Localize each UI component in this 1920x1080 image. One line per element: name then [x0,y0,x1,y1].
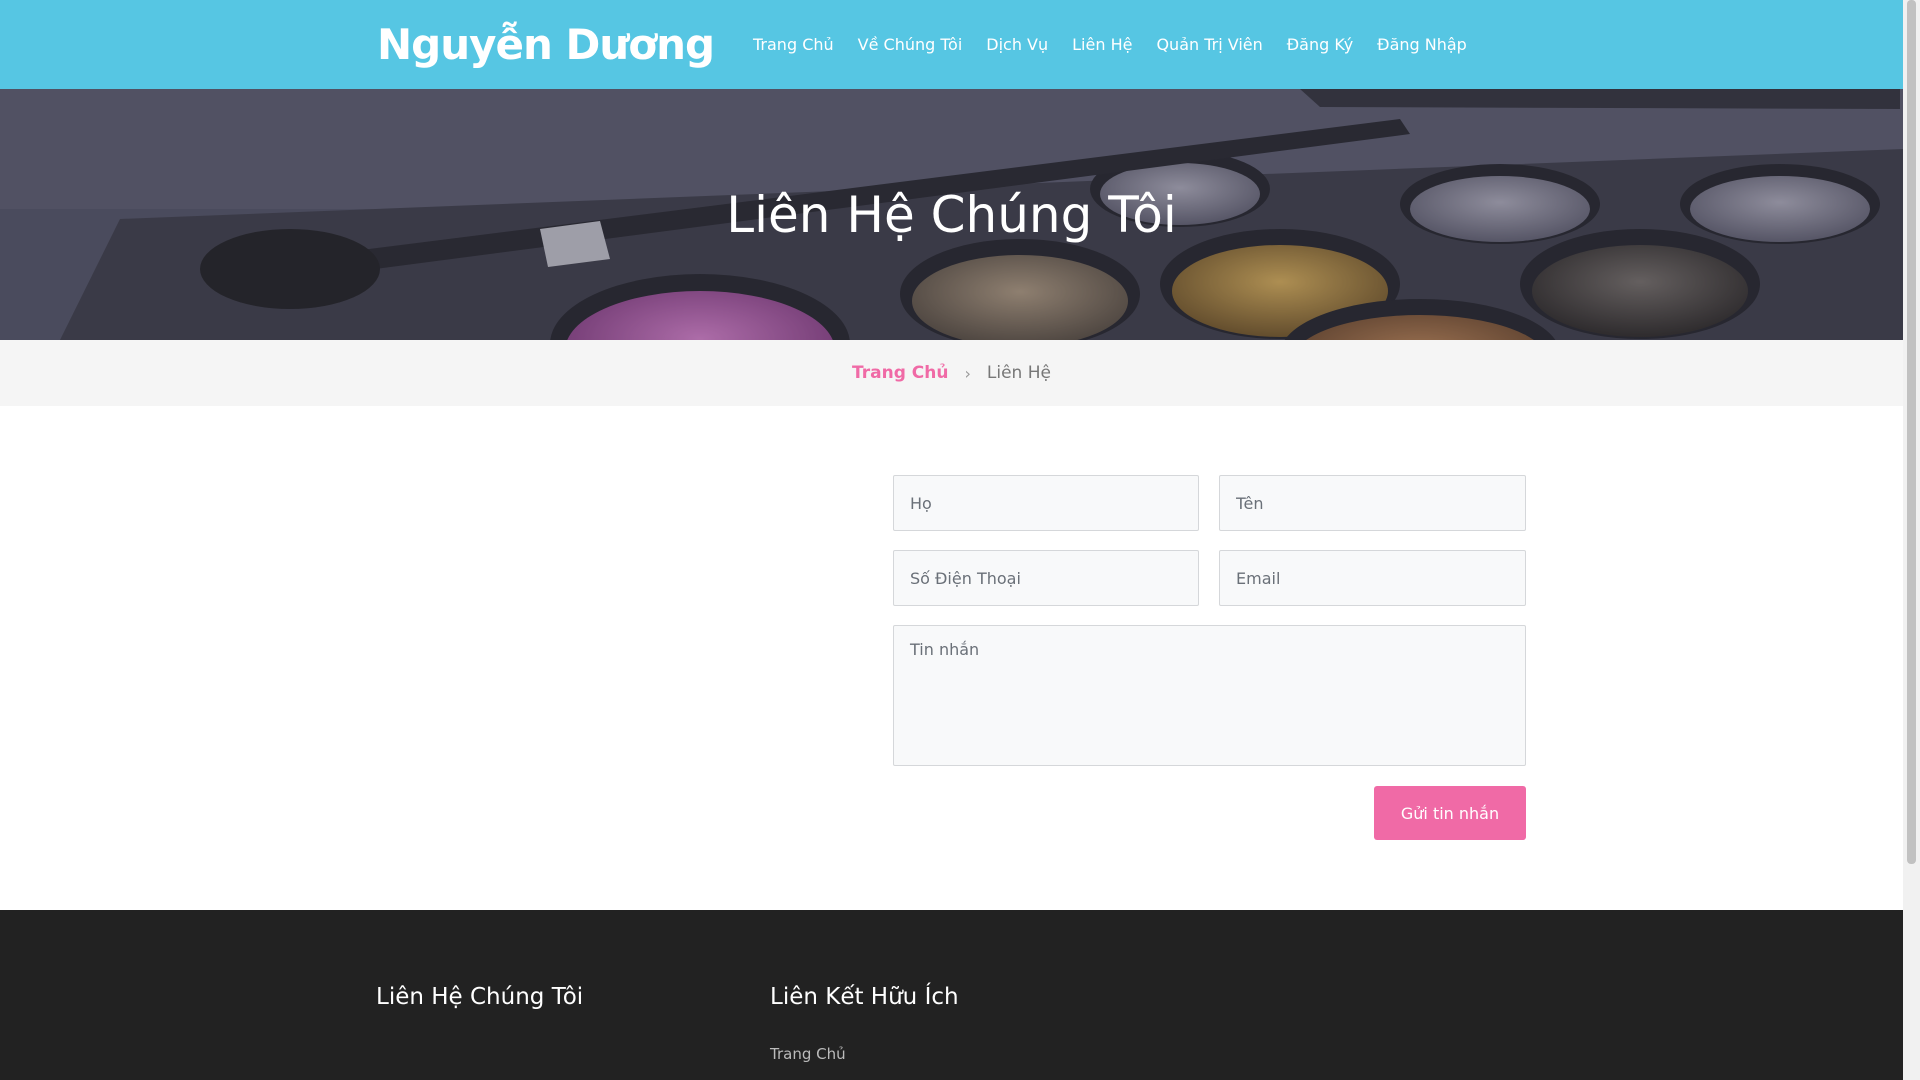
site-logo[interactable]: Nguyễn Dương [377,18,715,72]
email-input[interactable] [1219,550,1526,606]
page-scrollbar[interactable] [1903,0,1920,1080]
scrollbar-thumb[interactable] [1907,0,1916,864]
send-message-button[interactable]: Gửi tin nhắn [1374,786,1526,840]
site-header: Nguyễn Dương Trang Chủ Về Chúng Tôi Dịch… [0,0,1903,89]
nav-item-home[interactable]: Trang Chủ [753,35,834,54]
footer-link-home[interactable]: Trang Chủ [770,1045,846,1063]
nav-item-services[interactable]: Dịch Vụ [986,35,1048,54]
footer-contact-heading: Liên Hệ Chúng Tôi [376,984,584,1010]
hero-banner: Liên Hệ Chúng Tôi [0,89,1903,340]
breadcrumb-home-link[interactable]: Trang Chủ [852,363,948,383]
chevron-right-icon: › [964,363,971,383]
site-footer: Liên Hệ Chúng Tôi Liên Kết Hữu Ích Trang… [0,910,1903,1080]
nav-item-about[interactable]: Về Chúng Tôi [858,35,963,54]
footer-links-heading: Liên Kết Hữu Ích [770,984,959,1010]
nav-item-admin[interactable]: Quản Trị Viên [1156,35,1262,54]
page: Nguyễn Dương Trang Chủ Về Chúng Tôi Dịch… [0,0,1903,1080]
message-textarea[interactable] [893,625,1526,766]
main-nav: Trang Chủ Về Chúng Tôi Dịch Vụ Liên Hệ Q… [753,0,1491,89]
hero-title: Liên Hệ Chúng Tôi [726,186,1177,244]
nav-item-contact[interactable]: Liên Hệ [1072,35,1132,54]
first-name-input[interactable] [1219,475,1526,531]
breadcrumb-current: Liên Hệ [986,363,1051,383]
last-name-input[interactable] [893,475,1199,531]
nav-item-login[interactable]: Đăng Nhập [1377,35,1467,54]
nav-item-register[interactable]: Đăng Ký [1287,35,1353,54]
breadcrumb: Trang Chủ › Liên Hệ [0,340,1903,406]
phone-input[interactable] [893,550,1199,606]
